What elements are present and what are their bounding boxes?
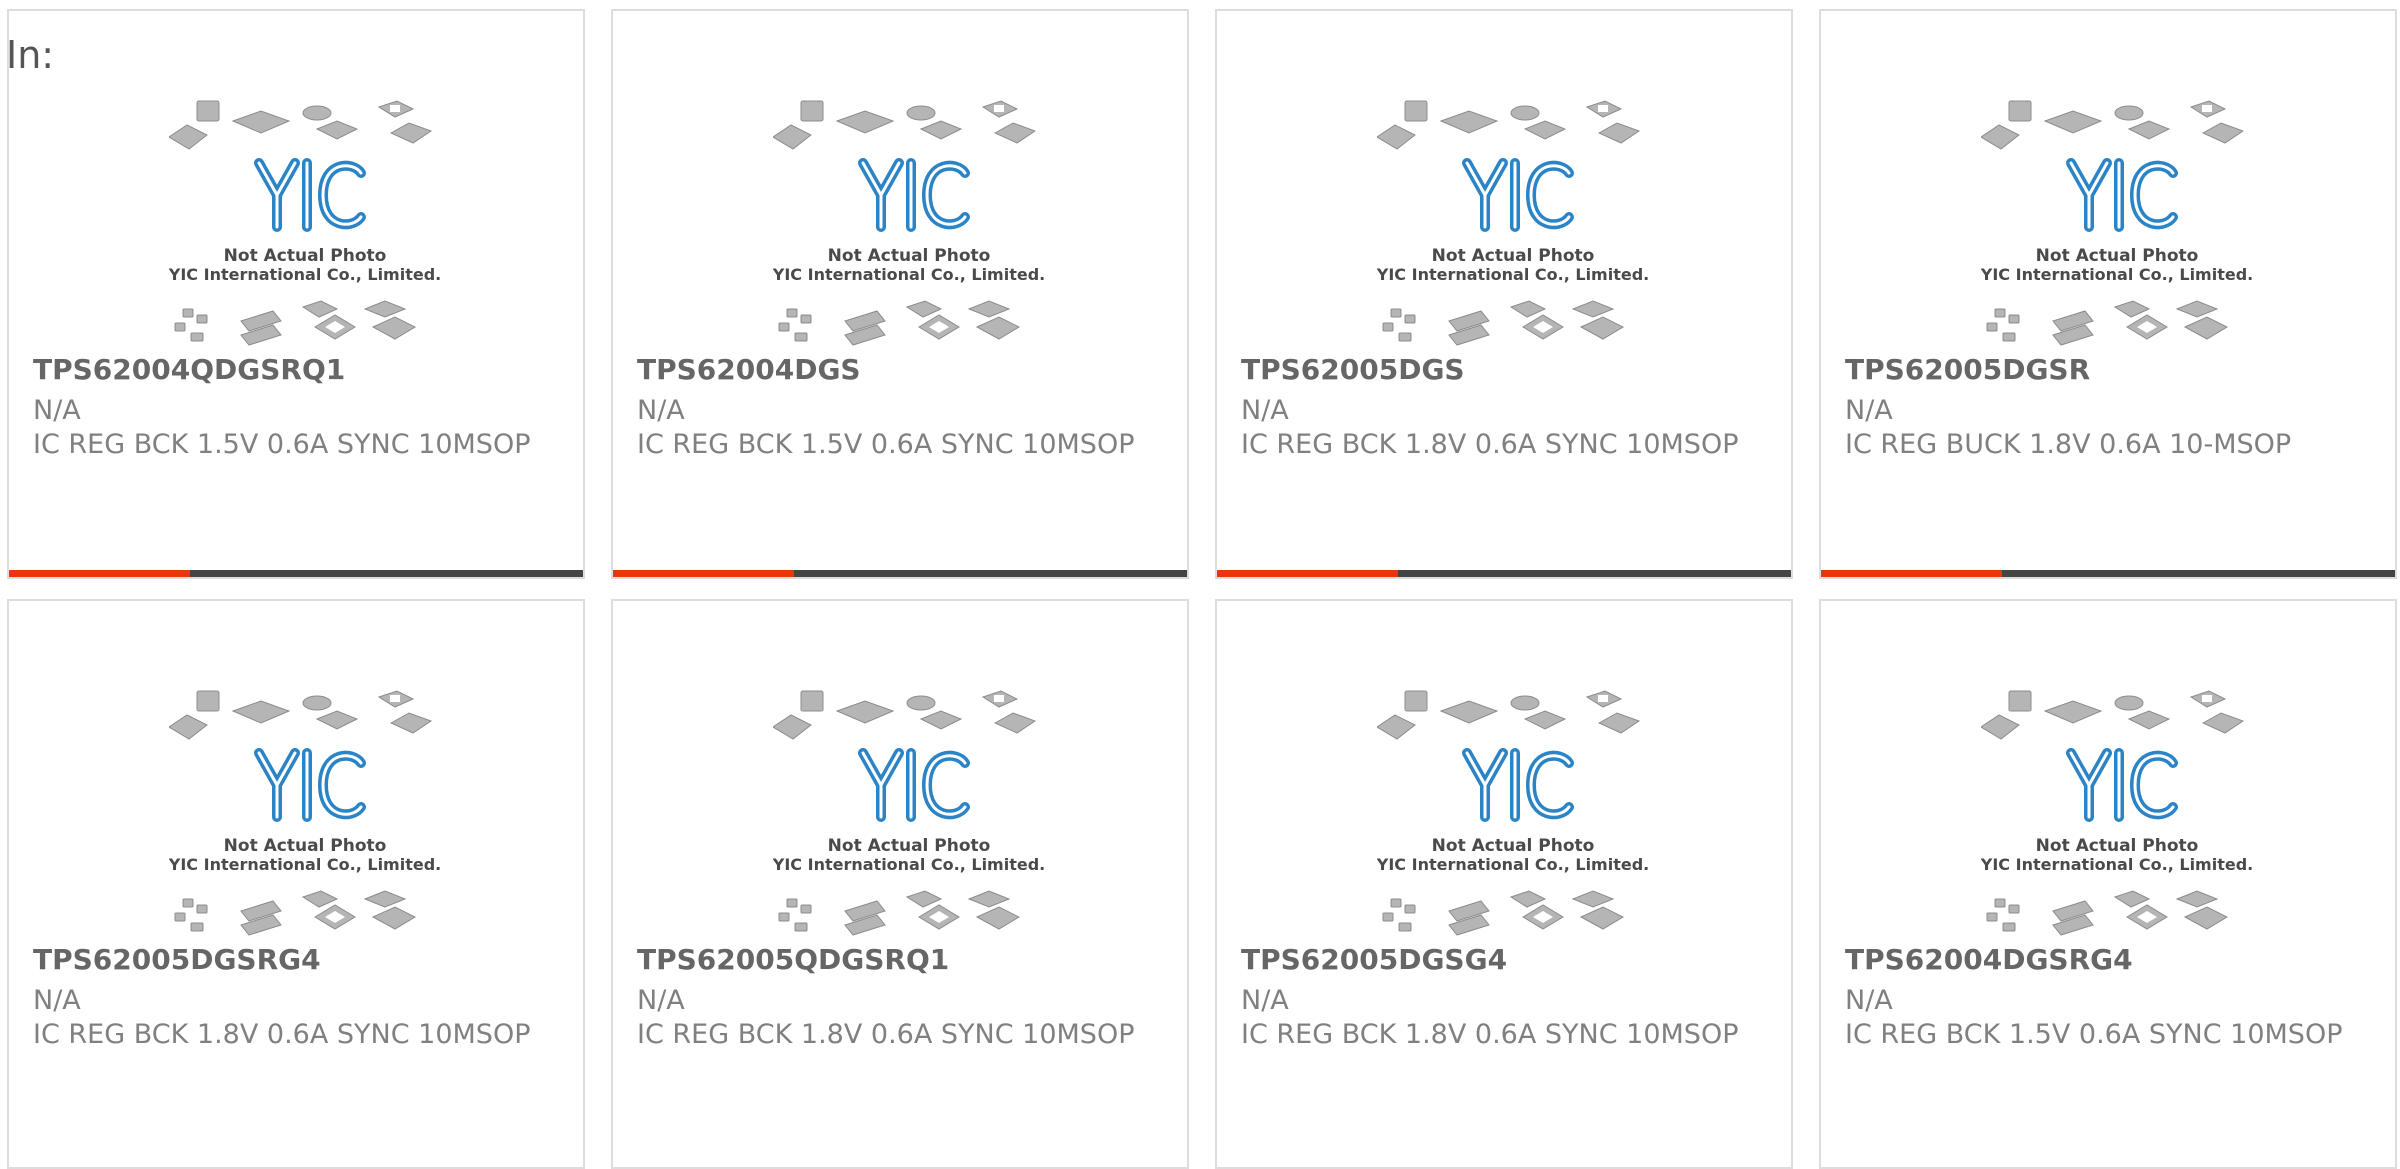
svg-text:Not Actual Photo: Not Actual Photo — [828, 246, 991, 266]
svg-text:YIC International Co., Limited: YIC International Co., Limited. — [1981, 855, 2253, 874]
svg-text:YIC International Co., Limited: YIC International Co., Limited. — [1377, 855, 1649, 874]
product-description: IC REG BCK 1.8V 0.6A SYNC 10MSOP — [33, 1019, 531, 1050]
product-card[interactable]: YICNot Actual PhotoYIC International Co.… — [1215, 599, 1793, 1169]
placeholder-photo: YICNot Actual PhotoYIC International Co.… — [1981, 689, 2253, 943]
product-description: IC REG BCK 1.5V 0.6A SYNC 10MSOP — [33, 429, 531, 460]
svg-text:Not Actual Photo: Not Actual Photo — [1432, 836, 1595, 856]
svg-text:YIC International Co., Limited: YIC International Co., Limited. — [1981, 265, 2253, 284]
product-description: IC REG BCK 1.8V 0.6A SYNC 10MSOP — [1241, 1019, 1739, 1050]
part-number[interactable]: TPS62005DGSRG4 — [33, 943, 321, 977]
product-description: IC REG BUCK 1.8V 0.6A 10-MSOP — [1845, 429, 2292, 460]
manufacturer: N/A — [33, 985, 81, 1016]
placeholder-photo: YICNot Actual PhotoYIC International Co.… — [773, 689, 1045, 943]
part-number[interactable]: TPS62004QDGSRQ1 — [33, 353, 345, 387]
progress-bar-fill — [613, 570, 794, 577]
manufacturer: N/A — [637, 395, 685, 426]
progress-bar-fill — [1821, 570, 2002, 577]
placeholder-photo: YICNot Actual PhotoYIC International Co.… — [773, 99, 1045, 353]
manufacturer: N/A — [1241, 395, 1289, 426]
product-description: IC REG BCK 1.5V 0.6A SYNC 10MSOP — [1845, 1019, 2343, 1050]
product-card[interactable]: YICNot Actual PhotoYIC International Co.… — [611, 9, 1189, 579]
manufacturer: N/A — [33, 395, 81, 426]
svg-text:Not Actual Photo: Not Actual Photo — [1432, 246, 1595, 266]
progress-bar — [1217, 570, 1791, 577]
svg-text:YIC International Co., Limited: YIC International Co., Limited. — [169, 855, 441, 874]
product-description: IC REG BCK 1.5V 0.6A SYNC 10MSOP — [637, 429, 1135, 460]
svg-text:Not Actual Photo: Not Actual Photo — [828, 836, 991, 856]
svg-text:Not Actual Photo: Not Actual Photo — [2036, 246, 2199, 266]
product-card[interactable]: YICNot Actual PhotoYIC International Co.… — [1215, 9, 1793, 579]
part-number[interactable]: TPS62005DGSR — [1845, 353, 2090, 387]
placeholder-photo: YICNot Actual PhotoYIC International Co.… — [1981, 99, 2253, 353]
part-number[interactable]: TPS62004DGSRG4 — [1845, 943, 2133, 977]
svg-text:YIC International Co., Limited: YIC International Co., Limited. — [1377, 265, 1649, 284]
part-number[interactable]: TPS62005QDGSRQ1 — [637, 943, 949, 977]
part-number[interactable]: TPS62004DGS — [637, 353, 861, 387]
progress-bar — [9, 570, 583, 577]
placeholder-photo: YICNot Actual PhotoYIC International Co.… — [169, 689, 441, 943]
svg-text:YIC International Co., Limited: YIC International Co., Limited. — [773, 855, 1045, 874]
progress-bar — [1821, 570, 2395, 577]
svg-text:Not Actual Photo: Not Actual Photo — [2036, 836, 2199, 856]
part-number[interactable]: TPS62005DGSG4 — [1241, 943, 1507, 977]
filter-prefix-label: In: — [6, 33, 55, 77]
manufacturer: N/A — [1845, 395, 1893, 426]
svg-text:YIC International Co., Limited: YIC International Co., Limited. — [773, 265, 1045, 284]
progress-bar-fill — [9, 570, 190, 577]
manufacturer: N/A — [1241, 985, 1289, 1016]
product-card[interactable]: YICNot Actual PhotoYIC International Co.… — [611, 599, 1189, 1169]
product-card[interactable]: YICNot Actual PhotoYIC International Co.… — [7, 599, 585, 1169]
progress-bar — [613, 570, 1187, 577]
placeholder-photo: YICNot Actual PhotoYIC International Co.… — [169, 99, 441, 353]
svg-text:YIC International Co., Limited: YIC International Co., Limited. — [169, 265, 441, 284]
product-card[interactable]: YICNot Actual PhotoYIC International Co.… — [7, 9, 585, 579]
product-description: IC REG BCK 1.8V 0.6A SYNC 10MSOP — [1241, 429, 1739, 460]
manufacturer: N/A — [637, 985, 685, 1016]
product-card[interactable]: YICNot Actual PhotoYIC International Co.… — [1819, 9, 2397, 579]
placeholder-photo: YICNot Actual PhotoYIC International Co.… — [1377, 99, 1649, 353]
placeholder-photo: YICNot Actual PhotoYIC International Co.… — [1377, 689, 1649, 943]
manufacturer: N/A — [1845, 985, 1893, 1016]
progress-bar-fill — [1217, 570, 1398, 577]
product-card[interactable]: YICNot Actual PhotoYIC International Co.… — [1819, 599, 2397, 1169]
product-description: IC REG BCK 1.8V 0.6A SYNC 10MSOP — [637, 1019, 1135, 1050]
svg-text:Not Actual Photo: Not Actual Photo — [224, 246, 387, 266]
part-number[interactable]: TPS62005DGS — [1241, 353, 1465, 387]
svg-text:Not Actual Photo: Not Actual Photo — [224, 836, 387, 856]
